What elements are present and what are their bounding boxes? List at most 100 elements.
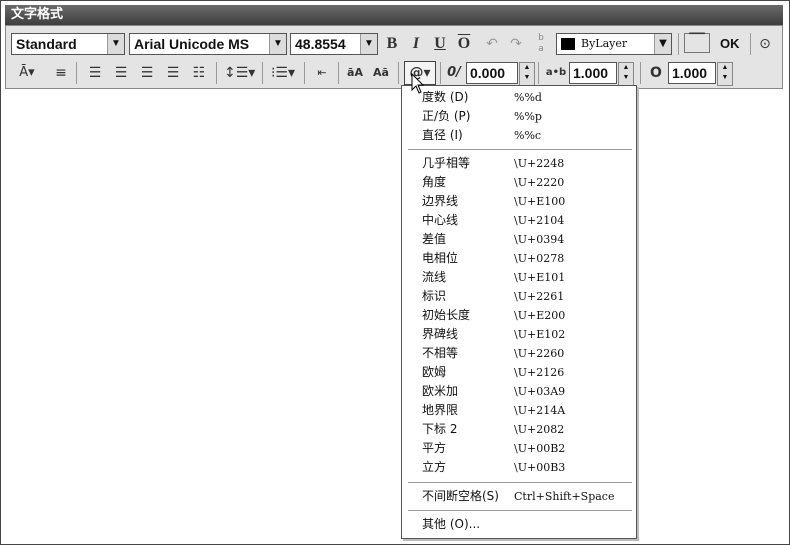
chevron-down-icon[interactable]: ▼ [269,34,286,54]
align-right-icon[interactable]: ☰ [138,62,156,84]
color-swatch [561,38,575,50]
distribute-icon[interactable]: ☷ [190,62,208,84]
menu-item-label: 平方 [422,441,447,455]
menu-item-initial-length[interactable]: 初始长度 \U+E200 [402,306,636,325]
menu-item-code: %%d [514,91,542,104]
chevron-down-icon[interactable]: ▼ [107,34,124,54]
divider [76,62,77,84]
oblique-angle-value: 0.000 [470,65,506,81]
menu-item-identity[interactable]: 标识 \U+2261 [402,287,636,306]
menu-item-label: 欧米加 [422,384,459,398]
menu-item-code: \U+E102 [514,328,566,341]
menu-item-electrical-phase[interactable]: 电相位 \U+0278 [402,249,636,268]
symbol-menu: 度数 (D) %%d 正/负 (P) %%p 直径 (I) %%c 几乎相等 \… [401,85,637,539]
width-factor-icon: O [650,65,662,81]
insert-column-icon[interactable]: Ā▾ [14,62,40,84]
text-height-dropdown[interactable]: 48.8554 ▼ [290,33,378,55]
options-icon[interactable]: ⊙ [756,33,774,55]
insert-field-icon[interactable]: ⇤ [312,62,332,84]
oblique-angle-input[interactable]: 0.000 ▲ ▼ [466,62,535,86]
lowercase-button[interactable]: Aā [370,62,392,84]
tracking-value: 1.000 [573,65,609,81]
bold-button[interactable]: B [382,33,402,55]
menu-item-label: 角度 [422,175,447,189]
menu-item-code: \U+2261 [514,290,565,303]
menu-item-angle[interactable]: 角度 \U+2220 [402,173,636,192]
divider [678,33,679,55]
menu-item-subscript-2[interactable]: 下标 2 \U+2082 [402,420,636,439]
style-dropdown[interactable]: Standard ▼ [11,33,125,55]
menu-item-label: 欧姆 [422,365,447,379]
align-center-icon[interactable]: ☰ [112,62,130,84]
color-dropdown[interactable]: ByLayer ▼ [556,33,672,55]
uppercase-button[interactable]: āA [344,62,366,84]
line-spacing-icon[interactable]: ↕☰▾ [224,62,255,84]
chevron-down-icon[interactable]: ▼ [360,34,377,54]
tracking-input[interactable]: 1.000 ▲ ▼ [569,62,634,86]
width-factor-input[interactable]: 1.000 ▲ ▼ [668,62,733,86]
menu-item-code: \U+214A [514,404,566,417]
menu-item-code: \U+0278 [514,252,565,265]
menu-item-delta[interactable]: 差值 \U+0394 [402,230,636,249]
oblique-angle-icon: 0/ [447,65,461,80]
menu-item-code: \U+2082 [514,423,565,436]
text-format-toolbar: Standard ▼ Arial Unicode MS ▼ 48.8554 ▼ … [5,25,783,89]
menu-item-cubed[interactable]: 立方 \U+00B3 [402,458,636,477]
menu-item-code: %%p [514,110,542,123]
divider [216,62,217,84]
menu-item-almost-equal[interactable]: 几乎相等 \U+2248 [402,154,636,173]
menu-item-label: 度数 (D) [422,90,469,104]
width-factor-value: 1.000 [672,65,708,81]
spin-arrows-icon[interactable]: ▲ ▼ [618,62,634,86]
menu-item-boundary-line[interactable]: 边界线 \U+E100 [402,192,636,211]
divider [440,62,441,84]
menu-item-flow-line[interactable]: 流线 \U+E101 [402,268,636,287]
redo-icon[interactable]: ↷ [506,33,526,55]
font-dropdown[interactable]: Arial Unicode MS ▼ [129,33,287,55]
underline-button[interactable]: U [430,33,450,55]
justify-icon[interactable]: ☰ [164,62,182,84]
menu-item-label: 初始长度 [422,308,471,322]
divider [750,33,751,55]
overline-button[interactable]: O [454,33,474,55]
spin-arrows-icon[interactable]: ▲ ▼ [717,62,733,86]
menu-item-monument-line[interactable]: 界碑线 \U+E102 [402,325,636,344]
menu-item-property-line[interactable]: 地界限 \U+214A [402,401,636,420]
justification-icon[interactable]: ≡ [52,62,70,84]
menu-item-code: \U+2260 [514,347,565,360]
menu-item-label: 标识 [422,289,447,303]
font-value: Arial Unicode MS [134,36,250,52]
menu-item-other[interactable]: 其他 (O)... [402,515,636,534]
chevron-down-icon[interactable]: ▼ [654,34,671,54]
menu-item-label: 正/负 (P) [422,109,471,123]
menu-item-squared[interactable]: 平方 \U+00B2 [402,439,636,458]
style-value: Standard [16,36,77,52]
stack-icon[interactable]: ba [532,33,550,55]
menu-item-diameter[interactable]: 直径 (I) %%c [402,126,636,145]
ruler-icon[interactable]: ▔▔ [684,33,710,53]
menu-item-omega[interactable]: 欧米加 \U+03A9 [402,382,636,401]
menu-item-degree[interactable]: 度数 (D) %%d [402,88,636,107]
menu-item-ohm[interactable]: 欧姆 \U+2126 [402,363,636,382]
italic-button[interactable]: I [406,33,426,55]
ok-button[interactable]: OK [720,33,740,55]
menu-item-shortcut: Ctrl+Shift+Space [514,490,615,503]
menu-item-plus-minus[interactable]: 正/负 (P) %%p [402,107,636,126]
align-left-icon[interactable]: ☰ [86,62,104,84]
numbering-icon[interactable]: ⁝☰▾ [268,62,298,84]
menu-item-code: \U+2126 [514,366,565,379]
menu-item-label: 不相等 [422,346,459,360]
menu-item-not-equal[interactable]: 不相等 \U+2260 [402,344,636,363]
menu-item-label: 差值 [422,232,447,246]
menu-item-label: 其他 (O)... [422,517,481,531]
menu-item-label: 界碑线 [422,327,459,341]
menu-item-label: 中心线 [422,213,459,227]
undo-icon[interactable]: ↶ [482,33,502,55]
menu-item-nonbreaking-space[interactable]: 不间断空格(S) Ctrl+Shift+Space [402,487,636,506]
divider [338,62,339,84]
menu-divider [408,510,632,511]
menu-item-code: \U+E200 [514,309,566,322]
menu-item-code: \U+00B3 [514,461,566,474]
menu-item-center-line[interactable]: 中心线 \U+2104 [402,211,636,230]
spin-arrows-icon[interactable]: ▲ ▼ [519,62,535,86]
